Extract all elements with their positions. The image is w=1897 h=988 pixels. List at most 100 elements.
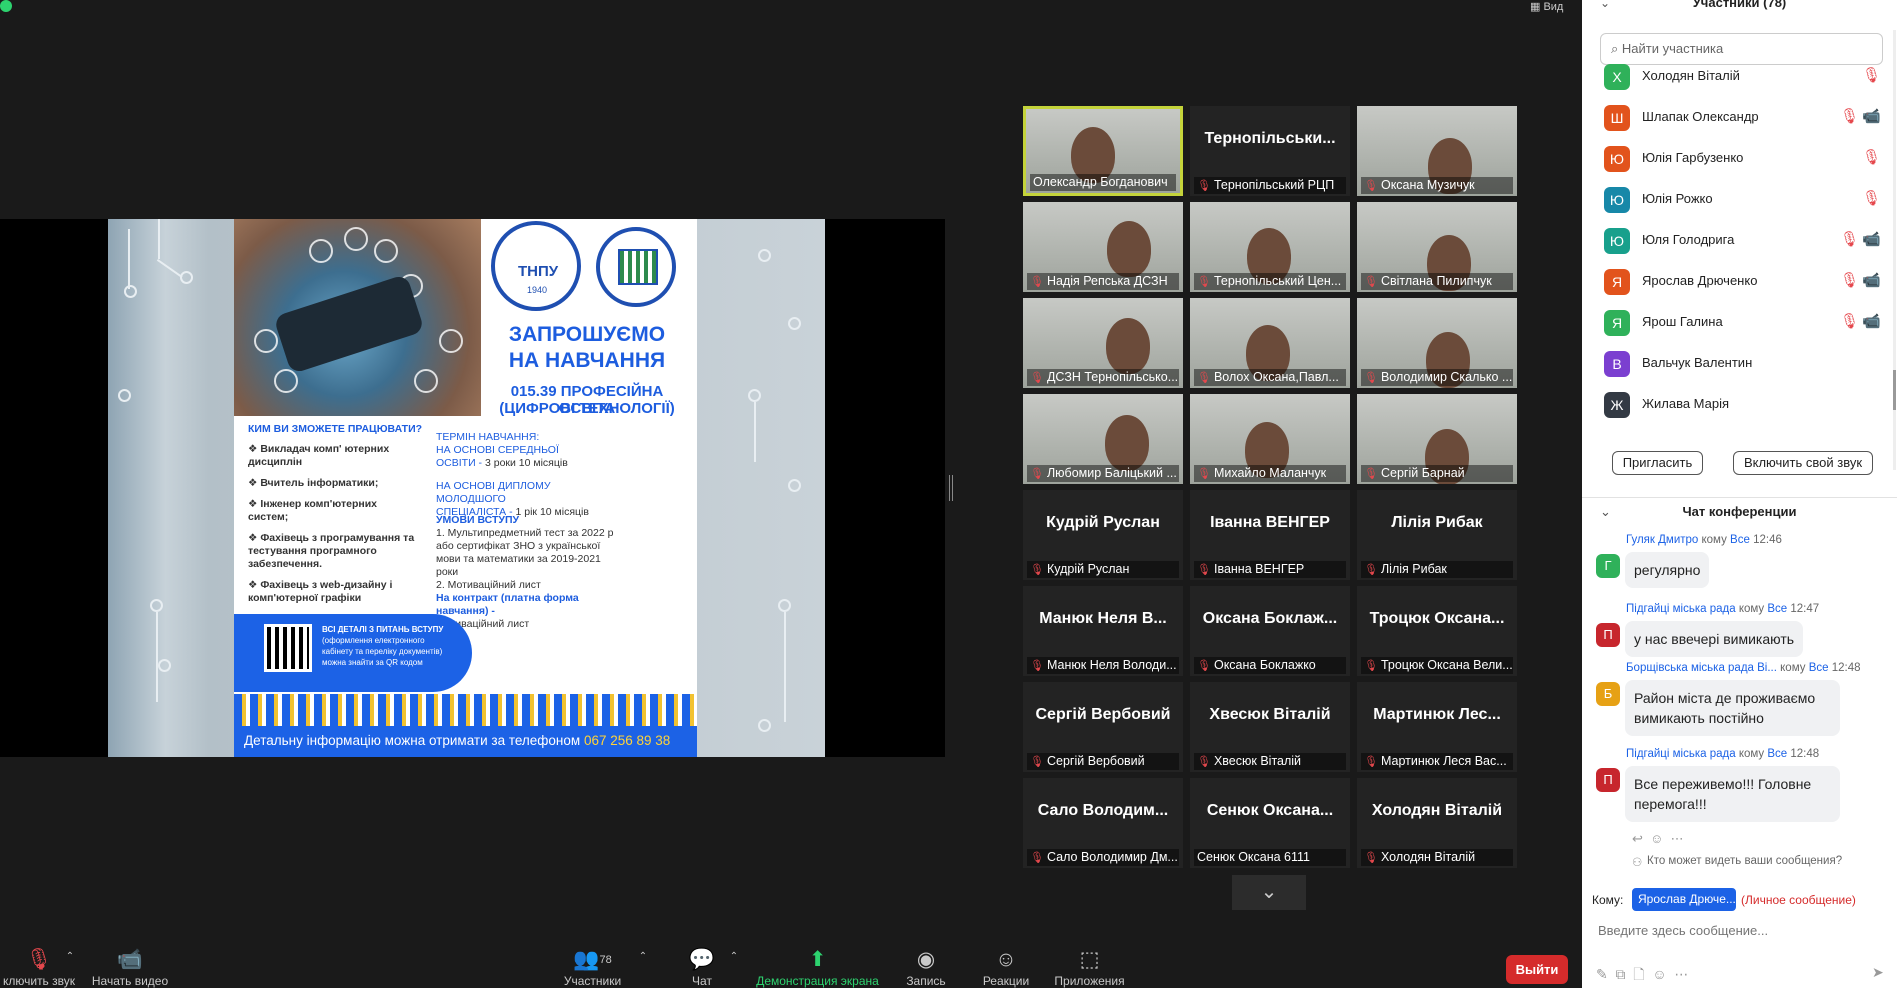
video-label: Начать видео <box>91 974 169 988</box>
mic-muted-icon: 🎙 <box>1840 108 1860 125</box>
video-tile[interactable]: Іванна ВЕНГЕР 🎙 Іванна ВЕНГЕР <box>1190 490 1350 580</box>
video-tile[interactable]: Тернопільськи... 🎙 Тернопільський РЦП <box>1190 106 1350 196</box>
tile-name-label: 🎙 Любомир Баліцький ... <box>1027 465 1179 482</box>
video-tile[interactable]: Сергій Вербовий 🎙 Сергій Вербовий <box>1023 682 1183 772</box>
tile-name-text: Сергій Барнай <box>1380 466 1465 480</box>
video-tile[interactable]: Троцюк Оксана... 🎙 Троцюк Оксана Вели... <box>1357 586 1517 676</box>
emoji-icon[interactable]: ☺ <box>1650 831 1663 846</box>
participant-row[interactable]: Я Ярош Галина 🎙 📹 <box>1582 302 1897 343</box>
mic-muted-icon: 🎙 <box>1364 276 1378 288</box>
participant-row[interactable]: Х Холодян Віталій 🎙 <box>1582 56 1897 97</box>
video-tile[interactable]: Сало Володим... 🎙 Сало Володимир Дм... <box>1023 778 1183 868</box>
unmute-self-button[interactable]: Включить свой звук <box>1733 451 1873 475</box>
video-tile[interactable]: Мартинюк Лес... 🎙 Мартинюк Леся Вас... <box>1357 682 1517 772</box>
message-sender[interactable]: Підгайці міська рада <box>1626 603 1736 615</box>
circuit-node <box>788 317 801 330</box>
video-tile[interactable]: 🎙 Волох Оксана,Павл... <box>1190 298 1350 388</box>
video-tile[interactable]: Оксана Боклаж... 🎙 Оксана Боклажко <box>1190 586 1350 676</box>
message-sender[interactable]: Борщівська міська рада Ві... <box>1626 662 1777 674</box>
message-avatar: П <box>1596 623 1620 647</box>
message-recipient[interactable]: Все <box>1730 534 1750 546</box>
apps-button[interactable]: ⬚ Приложения <box>1052 938 1127 988</box>
program-subtitle: (ЦИФРОВІ ТЕХНОЛОГІЇ) <box>499 400 675 417</box>
video-tile[interactable]: Кудрій Руслан 🎙 Кудрій Руслан <box>1023 490 1183 580</box>
send-icon[interactable]: ➤ <box>1872 964 1884 981</box>
avatar: В <box>1604 351 1630 377</box>
qr-code <box>264 624 312 672</box>
tile-display-name: Троцюк Оксана... <box>1369 610 1505 627</box>
video-tile[interactable]: 🎙 Світлана Пилипчук <box>1357 202 1517 292</box>
file-icon[interactable]: 🗋 <box>1633 966 1644 982</box>
video-tile[interactable]: 🎙 Любомир Баліцький ... <box>1023 394 1183 484</box>
invite-button[interactable]: Пригласить <box>1612 451 1703 475</box>
screenshot-icon[interactable]: ⧉ <box>1616 966 1626 982</box>
reply-icon[interactable]: ↩ <box>1632 831 1643 846</box>
view-button[interactable]: ▦ Вид <box>1530 0 1563 13</box>
split-divider-handle[interactable] <box>949 475 953 501</box>
video-tile[interactable]: 🎙 Надія Репська ДСЗН <box>1023 202 1183 292</box>
scrollbar-thumb[interactable] <box>1893 370 1896 410</box>
message-recipient[interactable]: Все <box>1767 603 1787 615</box>
participants-button[interactable]: 👥78 Участники <box>555 938 630 988</box>
emoji-picker-icon[interactable]: ☺ <box>1652 966 1666 982</box>
participant-name: Холодян Віталій <box>1642 68 1740 83</box>
mic-muted-icon: 🎙 <box>1364 564 1378 576</box>
poster-heading-2: НА НАВЧАННЯ <box>508 349 666 372</box>
participant-row[interactable]: Ю Юля Голодрига 🎙 📹 <box>1582 220 1897 261</box>
participant-row[interactable]: В Вальчук Валентин <box>1582 343 1897 384</box>
participant-row[interactable]: Ю Юлія Гарбузенко 🎙 <box>1582 138 1897 179</box>
video-tile[interactable]: 🎙 ДСЗН Тернопільсько... <box>1023 298 1183 388</box>
chat-options-button[interactable]: ⌃ <box>728 948 740 962</box>
video-tile[interactable]: 🎙 Тернопільський Цен... <box>1190 202 1350 292</box>
chat-button[interactable]: 💬 Чат <box>682 938 722 988</box>
tile-display-name: Кудрій Руслан <box>1046 514 1160 531</box>
video-tile[interactable]: 🎙 Оксана Музичук <box>1357 106 1517 196</box>
chat-message-input[interactable] <box>1598 920 1882 940</box>
job-item: ❖ Викладач комп' ютерних дисциплін <box>248 443 390 468</box>
video-tile[interactable]: Сенюк Оксана... Сенюк Оксана 6111 <box>1190 778 1350 868</box>
participant-row[interactable]: Ж Жилава Марія <box>1582 384 1897 425</box>
participant-row[interactable]: Ш Шлапак Олександр 🎙 📹 <box>1582 97 1897 138</box>
video-tile[interactable]: Лілія Рибак 🎙 Лілія Рибак <box>1357 490 1517 580</box>
participant-row[interactable]: Я Ярослав Дрюченко 🎙 📹 <box>1582 261 1897 302</box>
recipient-select[interactable]: Ярослав Дрюче... ⌄ <box>1632 888 1736 911</box>
video-tile[interactable]: 🎙 Михайло Маланчук <box>1190 394 1350 484</box>
conditions-title: УМОВИ ВСТУПУ <box>436 514 520 526</box>
video-tile[interactable]: Манюк Неля В... 🎙 Манюк Неля Володи... <box>1023 586 1183 676</box>
tile-name-text: Олександр Богданович <box>1033 175 1168 189</box>
message-sender[interactable]: Підгайці міська рада <box>1626 748 1736 760</box>
participants-scrollbar[interactable] <box>1893 30 1896 470</box>
video-tile[interactable]: Холодян Віталій 🎙 Холодян Віталій <box>1357 778 1517 868</box>
gallery-scroll-down-button[interactable]: ⌄ <box>1232 875 1306 910</box>
audio-options-button[interactable]: ⌃ <box>62 948 78 962</box>
participants-options-button[interactable]: ⌃ <box>637 948 649 962</box>
video-tile[interactable]: Хвесюк Віталій 🎙 Хвесюк Віталій <box>1190 682 1350 772</box>
message-recipient[interactable]: Все <box>1767 748 1787 760</box>
video-tile[interactable]: Олександр Богданович <box>1023 106 1183 196</box>
video-tile[interactable]: 🎙 Сергій Барнай <box>1357 394 1517 484</box>
participant-name: Жилава Марія <box>1642 396 1730 411</box>
leave-button[interactable]: Выйти <box>1506 955 1568 984</box>
format-icon[interactable]: ✎ <box>1596 966 1608 982</box>
tile-name-text: Оксана Боклажко <box>1213 658 1316 672</box>
message-sender[interactable]: Гуляк Дмитро <box>1626 534 1698 546</box>
mic-muted-icon: 🎙 <box>1862 67 1882 84</box>
tile-name-text: Лілія Рибак <box>1380 562 1447 576</box>
tile-name-text: Манюк Неля Володи... <box>1046 658 1177 672</box>
message-recipient[interactable]: Все <box>1809 662 1829 674</box>
collapse-chat-chevron-icon[interactable]: ⌄ <box>1600 498 1611 526</box>
who-can-see-link[interactable]: Кто может видеть ваши сообщения? <box>1647 855 1842 867</box>
reactions-button[interactable]: ☺ Реакции <box>975 938 1037 988</box>
share-screen-button[interactable]: ⬆ Демонстрация экрана <box>750 938 885 988</box>
start-video-button[interactable]: 📹 Начать видео <box>90 938 170 988</box>
avatar: Ю <box>1604 228 1630 254</box>
poster-photo <box>234 219 481 416</box>
more-icon[interactable]: ⋯ <box>1671 831 1684 846</box>
video-tile[interactable]: 🎙 Володимир Скалько ... <box>1357 298 1517 388</box>
more-options-icon[interactable]: ⋯ <box>1674 966 1688 982</box>
mute-button[interactable]: 🎙 ключить звук <box>0 938 78 988</box>
record-button[interactable]: ◉ Запись <box>900 938 952 988</box>
circuit-line <box>156 612 158 702</box>
participant-row[interactable]: Ю Юлія Рожко 🎙 <box>1582 179 1897 220</box>
circuit-node <box>180 271 193 284</box>
